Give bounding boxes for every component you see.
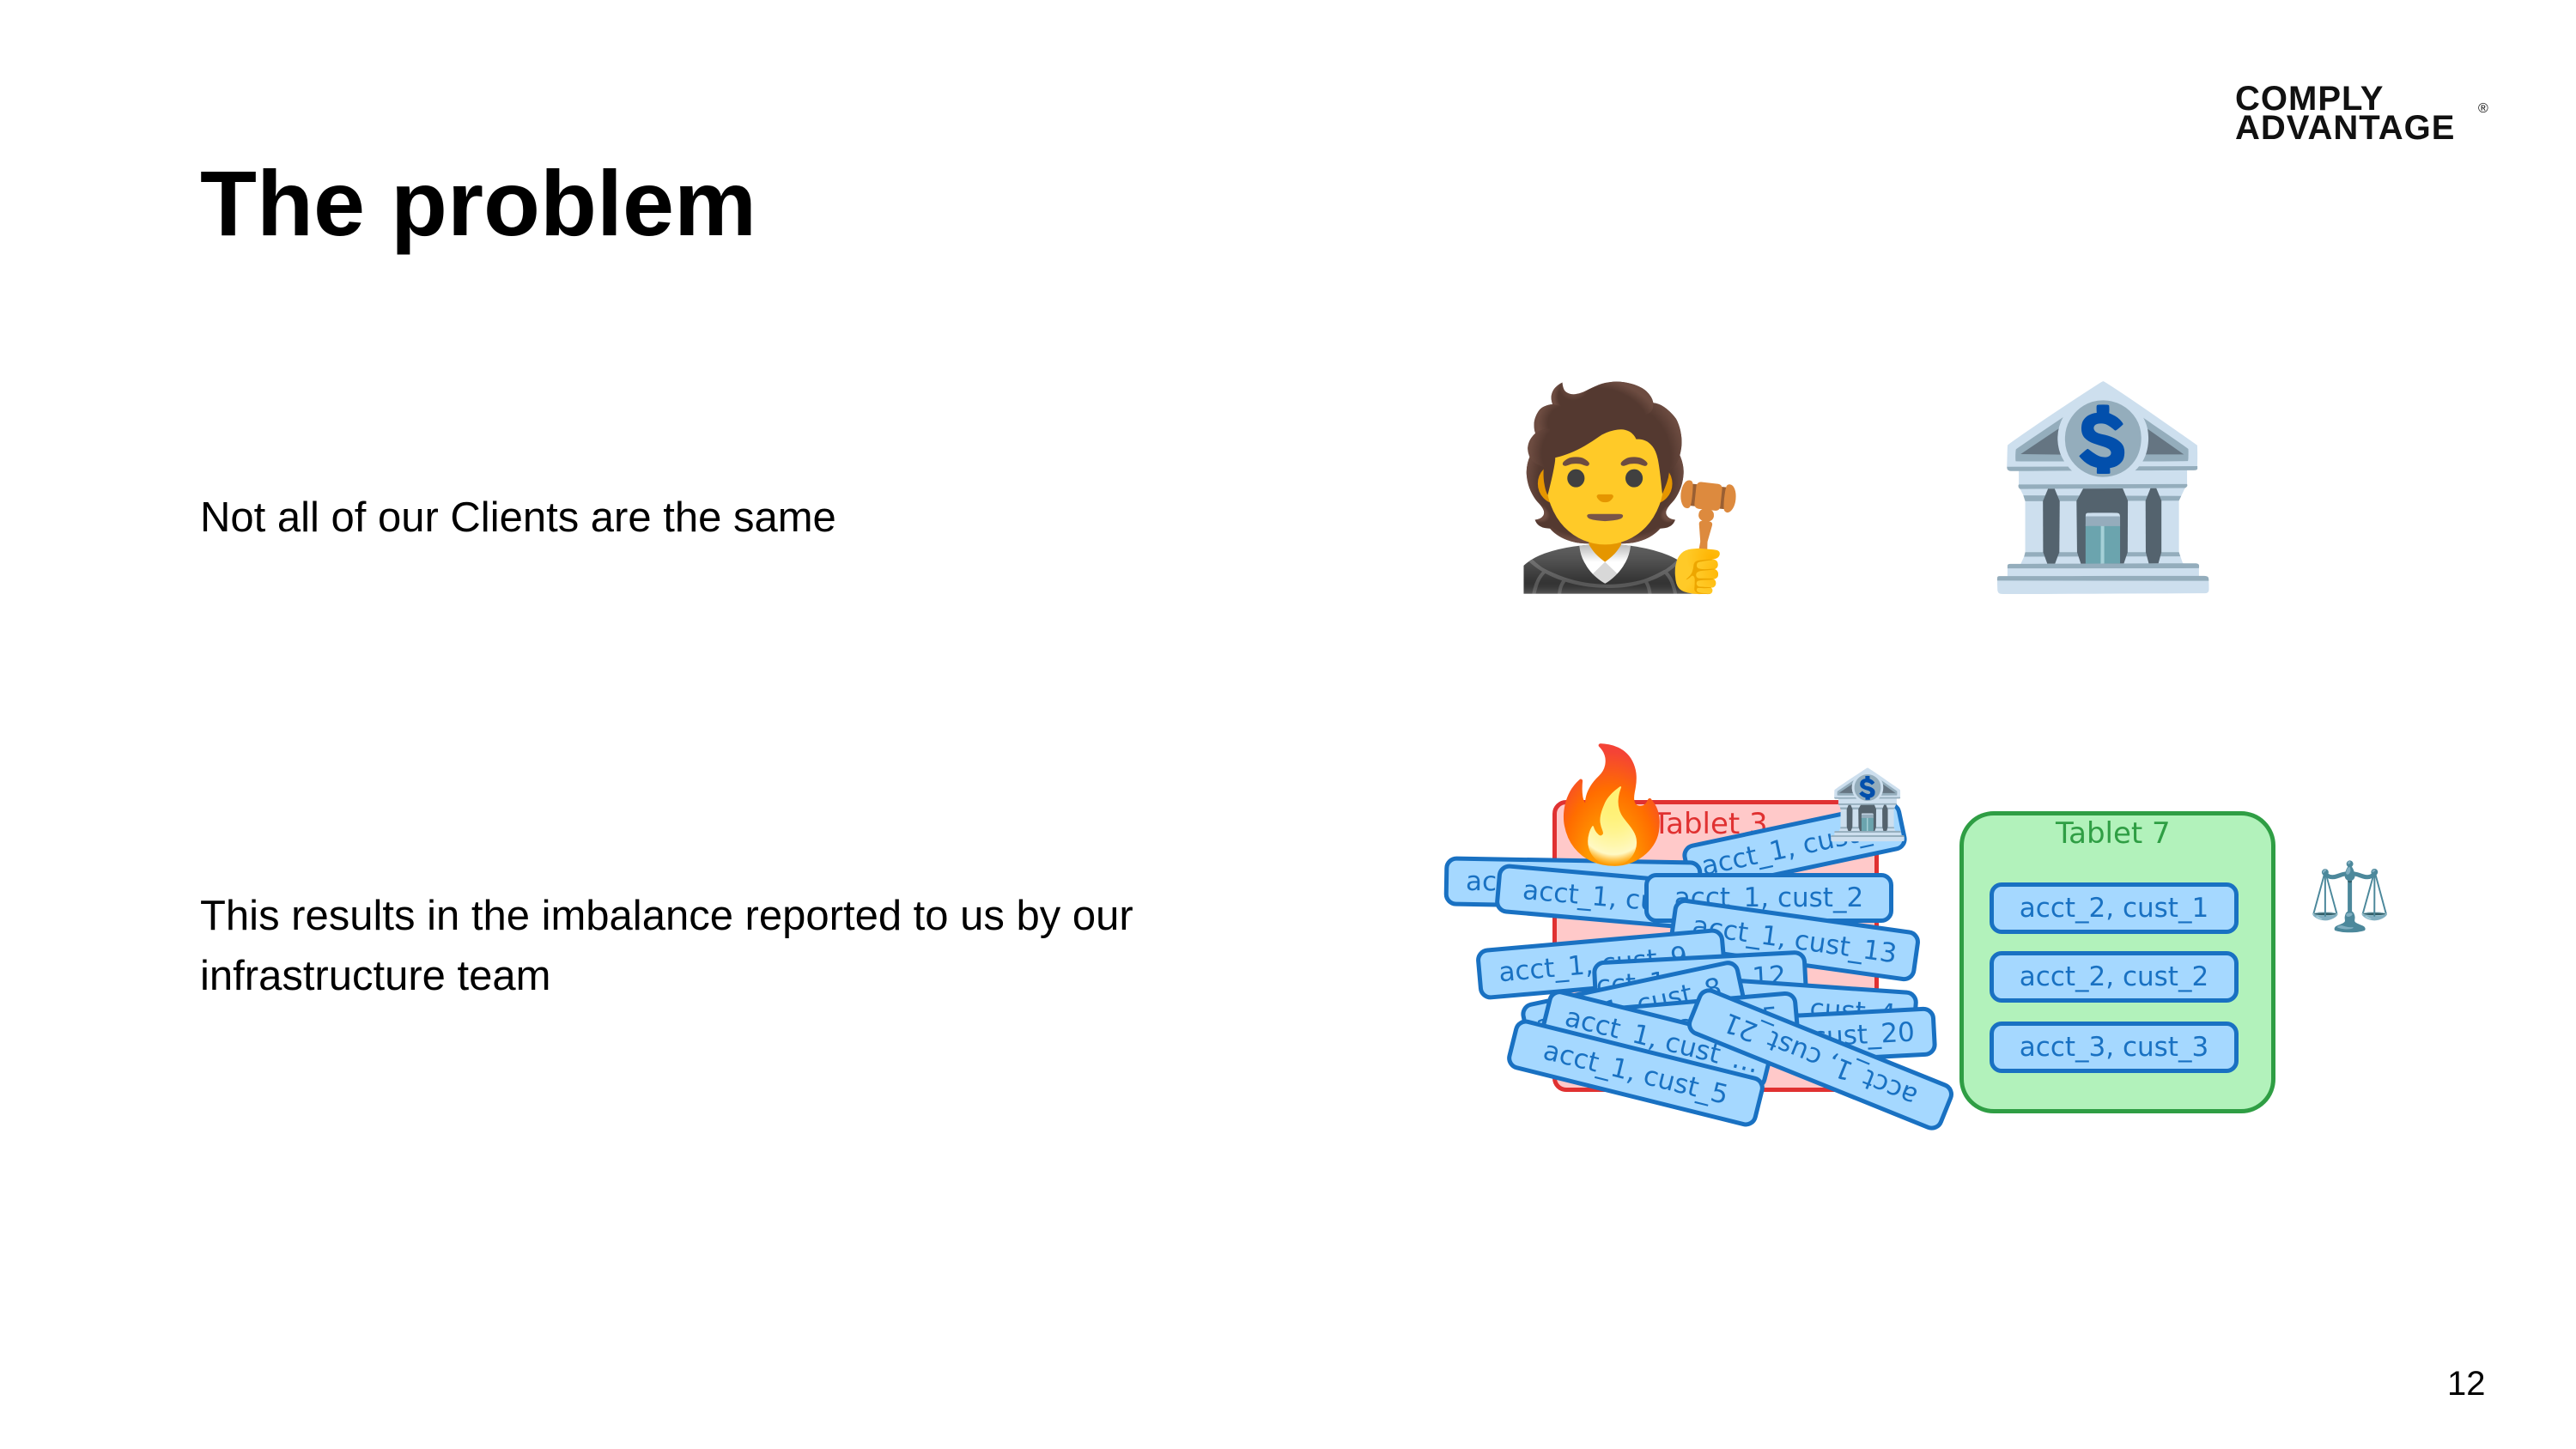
- bullet-text-1: Not all of our Clients are the same: [200, 494, 836, 541]
- slide-title: The problem: [200, 151, 757, 255]
- record-card: acct_3, cust_3: [1990, 1022, 2239, 1073]
- tablet-7-label: Tablet 7: [2056, 816, 2171, 851]
- record-card: acct_2, cust_1: [1990, 882, 2239, 934]
- balance-scale-icon: ⚖️: [2308, 858, 2392, 934]
- small-bank-icon: 🏦: [1826, 767, 1910, 842]
- bank-icon: 🏦: [1982, 379, 2223, 595]
- record-card: acct_2, cust_2: [1990, 951, 2239, 1003]
- company-logo: COMPLY ADVANTAGE: [2235, 82, 2456, 147]
- judge-icon: 🧑‍⚖️: [1510, 379, 1751, 595]
- registered-mark: ®: [2478, 101, 2488, 116]
- logo-line-2: ADVANTAGE: [2235, 109, 2456, 147]
- bullet-text-2: This results in the imbalance reported t…: [200, 893, 1133, 999]
- page-number: 12: [2447, 1365, 2486, 1403]
- fire-icon: 🔥: [1542, 742, 1681, 867]
